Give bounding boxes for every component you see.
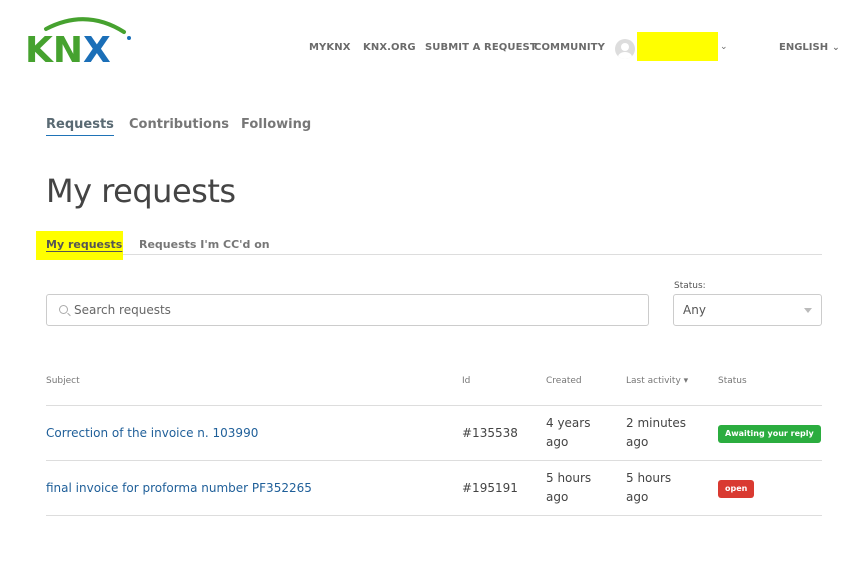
nav-myknx[interactable]: MYKNX [309,42,351,53]
tab-contributions[interactable]: Contributions [129,117,229,132]
table-divider [46,405,822,406]
table-divider [46,460,822,461]
request-last-activity-line1: 5 hours [626,471,672,485]
nav-knx-org[interactable]: KNX.ORG [363,42,416,53]
column-header-last-activity[interactable]: Last activity ▾ [626,376,688,386]
request-created-line2: ago [546,435,569,449]
request-created-line1: 5 hours [546,471,592,485]
tab-following[interactable]: Following [241,117,311,132]
column-header-created: Created [546,376,582,386]
user-avatar[interactable] [615,39,635,59]
request-last-activity: 2 minutes ago [626,414,698,452]
nav-community[interactable]: COMMUNITY [534,42,605,53]
request-last-activity: 5 hours ago [626,469,698,507]
caret-down-icon [804,308,812,313]
tab-requests[interactable]: Requests [46,117,114,136]
request-id: #195191 [462,481,518,495]
request-last-activity-line1: 2 minutes [626,416,687,430]
subtab-divider [46,254,822,255]
search-box [46,294,649,326]
status-badge: Awaiting your reply [718,425,821,443]
status-filter-select[interactable]: Any [673,294,822,326]
nav-submit-request[interactable]: SUBMIT A REQUEST [425,42,537,53]
chevron-down-icon: ⌄ [832,43,840,53]
chevron-down-icon[interactable]: ⌄ [720,42,728,52]
request-subject-link[interactable]: final invoice for proforma number PF3522… [46,481,312,495]
page-title: My requests [46,172,236,210]
request-created-line1: 4 years [546,416,591,430]
logo-letter-k: KNX [25,30,111,66]
subtab-my-requests[interactable]: My requests [46,238,122,251]
search-icon [59,305,68,314]
table-divider [46,515,822,516]
request-id: #135538 [462,426,518,440]
request-created-line2: ago [546,490,569,504]
request-last-activity-line2: ago [626,490,649,504]
column-header-id: Id [462,376,471,386]
search-input[interactable] [74,295,634,325]
status-filter-value: Any [683,303,706,317]
request-last-activity-line2: ago [626,435,649,449]
user-name-redacted[interactable] [637,32,718,61]
request-subject-link[interactable]: Correction of the invoice n. 103990 [46,426,258,440]
column-header-status: Status [718,376,747,386]
status-badge: open [718,480,755,498]
request-created: 5 hours ago [546,469,618,507]
knx-logo[interactable]: KNX [24,16,134,66]
request-created: 4 years ago [546,414,618,452]
language-selector[interactable]: ENGLISH ⌄ [779,42,840,53]
language-label: ENGLISH [779,42,829,53]
subtab-ccd-requests[interactable]: Requests I'm CC'd on [139,238,270,251]
status-filter-label: Status: [674,281,706,291]
column-header-subject: Subject [46,376,80,386]
